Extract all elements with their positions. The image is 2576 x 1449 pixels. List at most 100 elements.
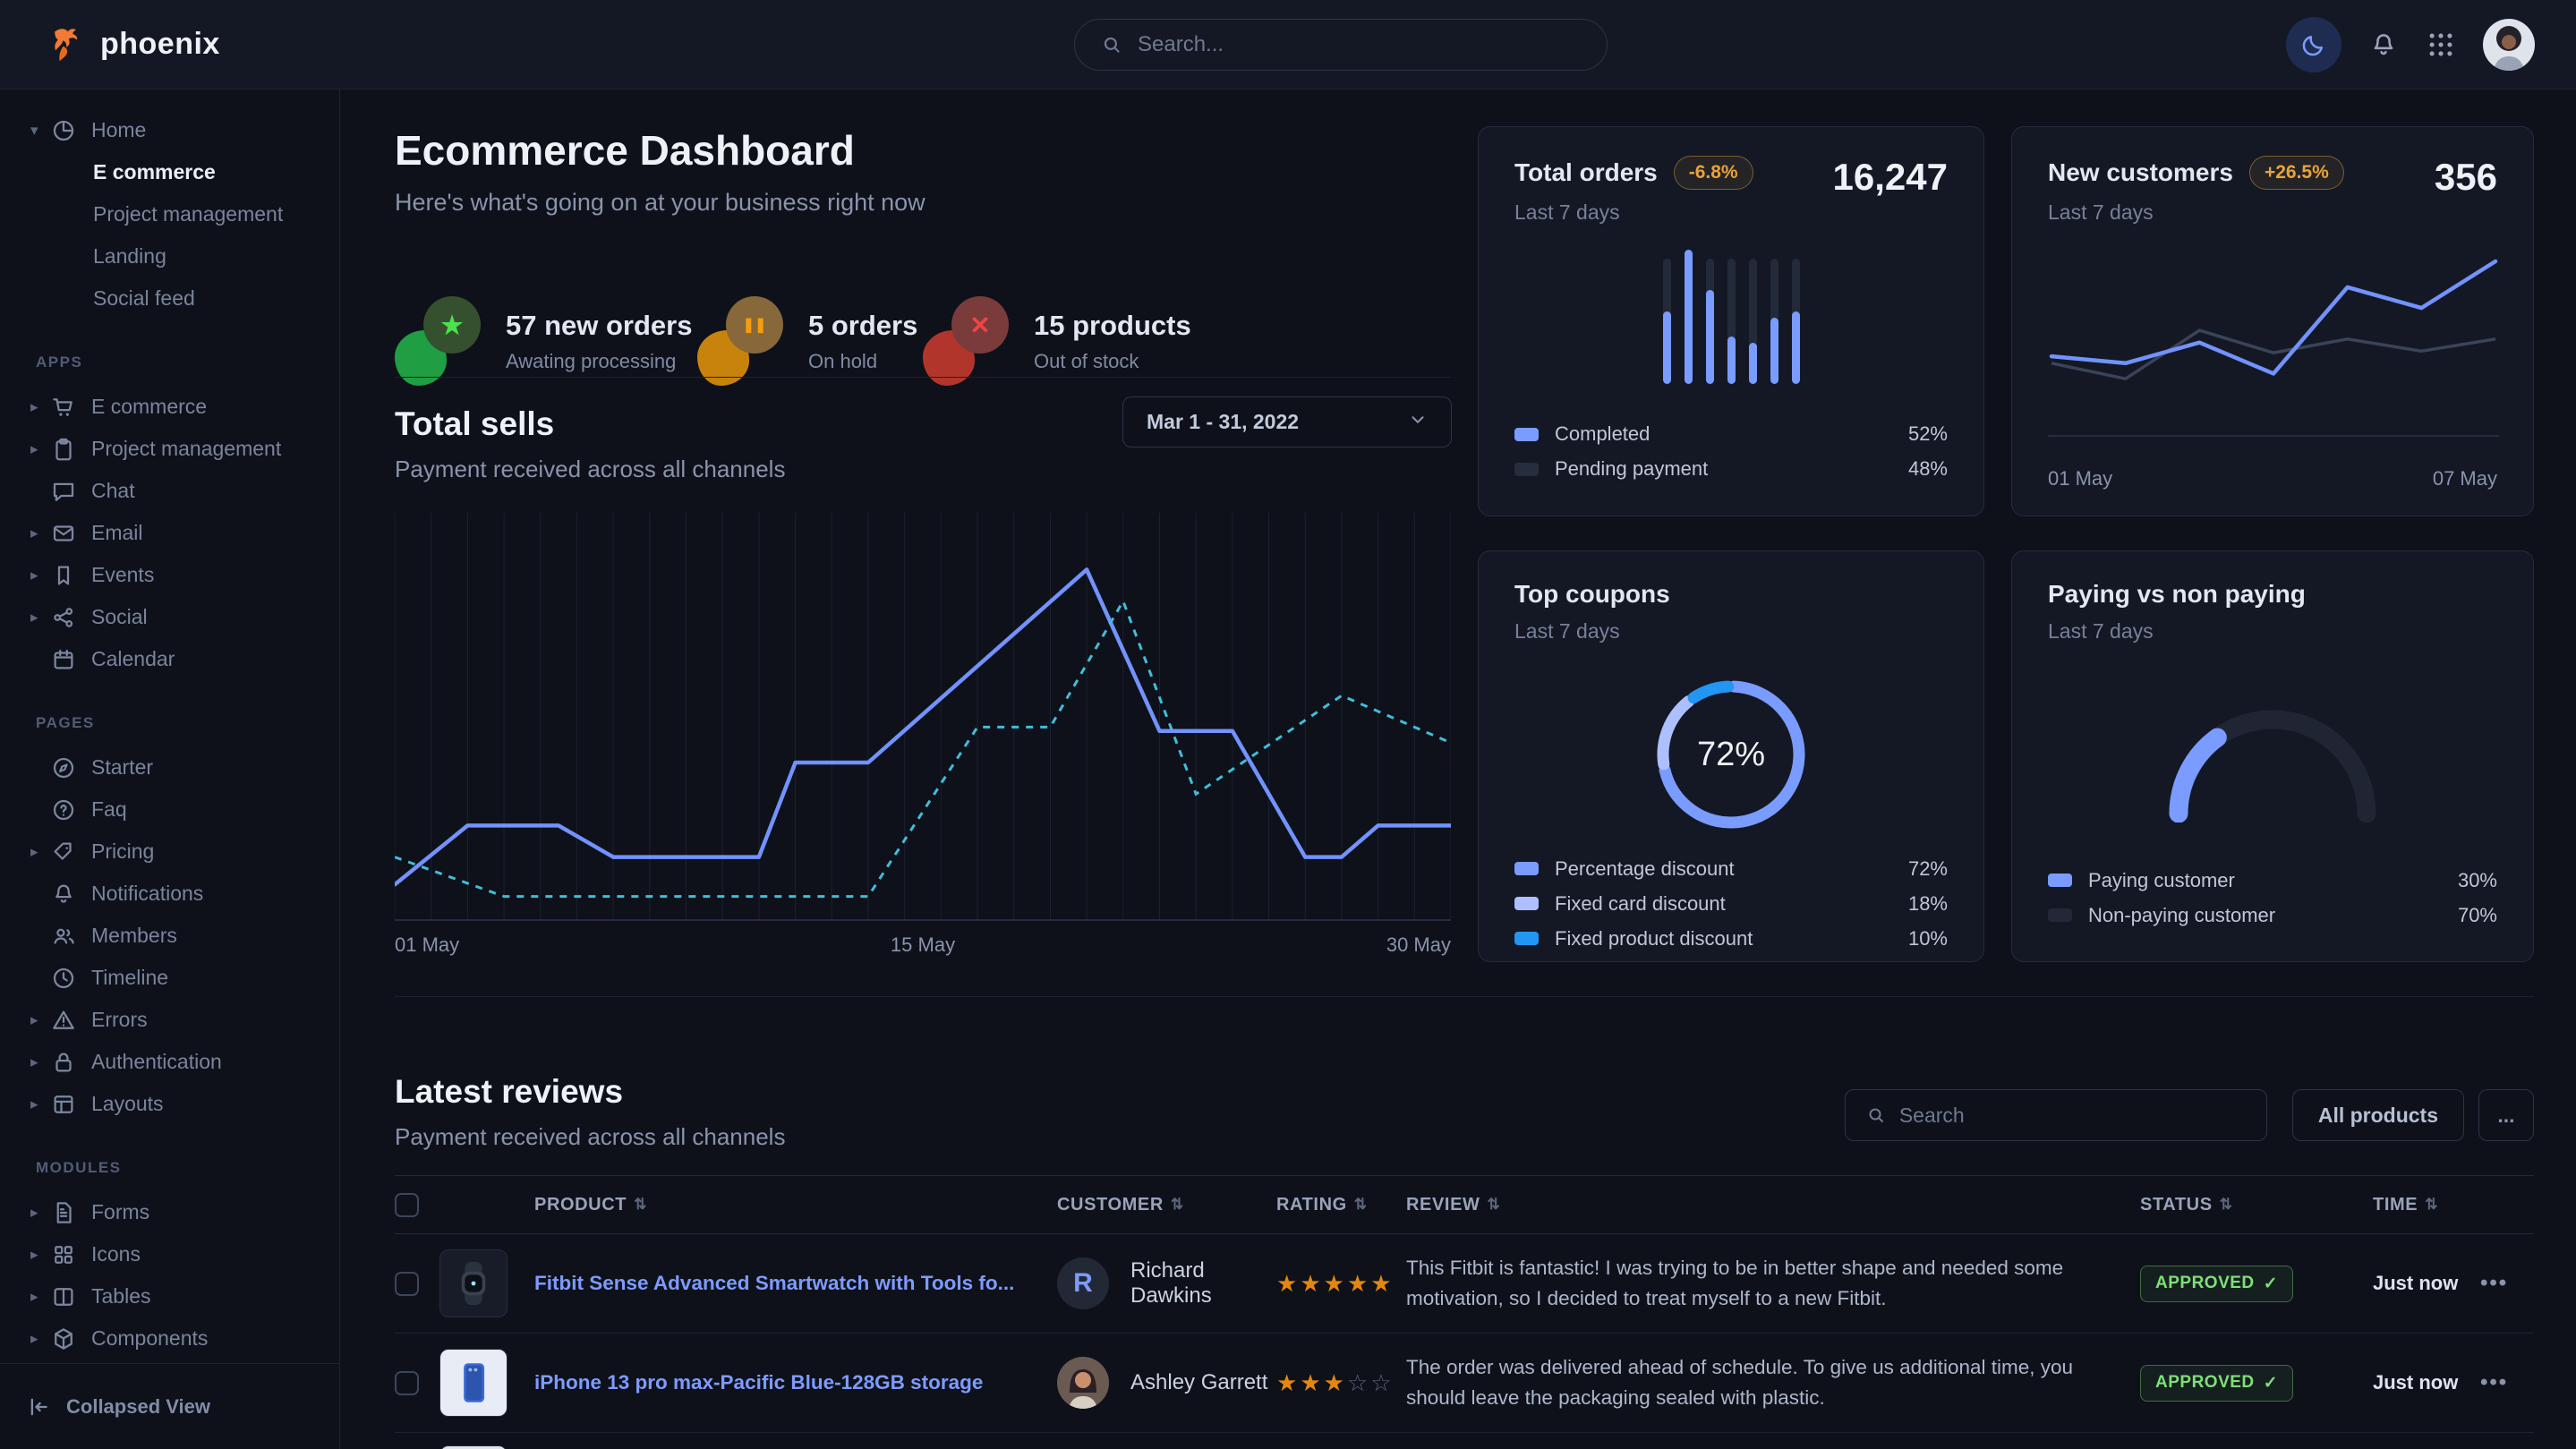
caret-right-icon: ▸: [30, 524, 50, 542]
column-header-rating[interactable]: RATING⇅: [1276, 1195, 1406, 1215]
product-link[interactable]: Fitbit Sense Advanced Smartwatch with To…: [511, 1270, 1057, 1297]
sidebar-item-chat[interactable]: Chat: [0, 470, 339, 512]
theme-toggle-moon-icon[interactable]: [2286, 17, 2341, 72]
sidebar-item-label: Events: [91, 563, 154, 587]
sidebar-item-members[interactable]: Members: [0, 915, 339, 957]
caret-right-icon: ▸: [30, 1095, 50, 1113]
legend-value: 30%: [2458, 869, 2497, 892]
sidebar-item-notifications[interactable]: Notifications: [0, 873, 339, 915]
legend-value: 70%: [2458, 904, 2497, 927]
column-header-time[interactable]: TIME⇅: [2364, 1195, 2480, 1215]
sidebar-subitem-landing[interactable]: Landing: [0, 235, 339, 277]
date-range-select[interactable]: Mar 1 - 31, 2022: [1122, 396, 1452, 447]
column-header-review[interactable]: REVIEW⇅: [1406, 1195, 2140, 1215]
legend-label: Fixed product discount: [1555, 927, 1753, 950]
collapsed-view-label: Collapsed View: [66, 1395, 210, 1419]
collapsed-view-toggle[interactable]: Collapsed View: [0, 1363, 339, 1449]
review-table-row-partial: [395, 1433, 2534, 1449]
sidebar-item-icons[interactable]: ▸ Icons: [0, 1233, 339, 1275]
sidebar-item-faq[interactable]: Faq: [0, 788, 339, 831]
notifications-bell-icon[interactable]: [2368, 30, 2399, 60]
layout-icon: [50, 1091, 77, 1118]
sidebar-item-forms[interactable]: ▸ Forms: [0, 1191, 339, 1233]
card-title: Total orders: [1514, 158, 1658, 187]
reviews-more-button[interactable]: ...: [2478, 1089, 2534, 1141]
user-avatar[interactable]: [2483, 19, 2535, 71]
reviews-search-input[interactable]: [1899, 1104, 2247, 1128]
sidebar-item-starter[interactable]: Starter: [0, 746, 339, 788]
column-header-status[interactable]: STATUS⇅: [2140, 1195, 2364, 1215]
order-bar: [1706, 259, 1714, 384]
envelope-icon: [50, 520, 77, 547]
legend-swatch: [2048, 908, 2072, 922]
row-checkbox[interactable]: [395, 1371, 419, 1395]
sidebar-item-e-commerce[interactable]: ▸ E commerce: [0, 386, 339, 428]
legend-value: 10%: [1908, 927, 1948, 950]
bell-icon: [50, 881, 77, 908]
sidebar-subitem-project-management[interactable]: Project management: [0, 193, 339, 235]
star-filled-icon: ★: [1347, 1270, 1370, 1297]
sidebar-item-home[interactable]: ▾ Home: [0, 109, 339, 151]
review-table-row: Fitbit Sense Advanced Smartwatch with To…: [395, 1234, 2534, 1334]
global-search[interactable]: [1074, 19, 1608, 71]
select-all-checkbox[interactable]: [395, 1193, 419, 1217]
legend-label: Percentage discount: [1555, 857, 1735, 881]
sidebar-item-calendar[interactable]: Calendar: [0, 638, 339, 680]
review-time: Just now: [2364, 1371, 2480, 1394]
sidebar-item-tables[interactable]: ▸ Tables: [0, 1275, 339, 1317]
rating-stars: ★★★★★: [1276, 1270, 1406, 1298]
top-coupons-card: Top coupons Last 7 days 72% Percentage d…: [1478, 550, 1984, 962]
legend-value: 52%: [1908, 422, 1948, 446]
row-checkbox[interactable]: [395, 1272, 419, 1296]
legend-value: 72%: [1908, 857, 1948, 881]
stat-value: 15 products: [1034, 310, 1191, 342]
sidebar-item-project-management[interactable]: ▸ Project management: [0, 428, 339, 470]
stat-red: ✕ 15 products Out of stock: [923, 296, 1191, 386]
x-label: 15 May: [891, 933, 955, 957]
x-label: 01 May: [395, 933, 459, 957]
stat-sublabel: Awating processing: [506, 350, 692, 373]
x-label: 30 May: [1386, 933, 1451, 957]
sidebar-item-timeline[interactable]: Timeline: [0, 957, 339, 999]
row-menu-button[interactable]: •••: [2480, 1271, 2534, 1296]
legend-item: Completed 52%: [1514, 417, 1948, 452]
sidebar-item-social[interactable]: ▸ Social: [0, 596, 339, 638]
sidebar-subitem-social-feed[interactable]: Social feed: [0, 277, 339, 320]
sidebar-item-authentication[interactable]: ▸ Authentication: [0, 1041, 339, 1083]
sidebar-item-label: Home: [91, 118, 146, 142]
apps-grid-icon[interactable]: [2426, 30, 2456, 60]
card-title: New customers: [2048, 158, 2233, 187]
reviews-search[interactable]: [1845, 1089, 2267, 1141]
product-thumbnail-phone: [439, 1349, 508, 1417]
caret-right-icon: ▸: [30, 1204, 50, 1222]
caret-right-icon: ▸: [30, 1246, 50, 1264]
caret-right-icon: ▸: [30, 609, 50, 626]
column-header-product[interactable]: PRODUCT⇅: [511, 1195, 1057, 1215]
legend-value: 18%: [1908, 892, 1948, 916]
row-menu-button[interactable]: •••: [2480, 1370, 2534, 1395]
legend-swatch: [1514, 897, 1539, 910]
sidebar-item-label: Social: [91, 605, 148, 629]
sidebar-item-pricing[interactable]: ▸ Pricing: [0, 831, 339, 873]
sidebar-item-email[interactable]: ▸ Email: [0, 512, 339, 554]
sidebar-item-layouts[interactable]: ▸ Layouts: [0, 1083, 339, 1125]
caret-right-icon: ▸: [30, 1288, 50, 1306]
review-text: This Fitbit is fantastic! I was trying t…: [1406, 1253, 2140, 1314]
status-badge: APPROVED✓: [2140, 1266, 2293, 1302]
sidebar-subitem-e-commerce[interactable]: E commerce: [0, 151, 339, 193]
all-products-button[interactable]: All products: [2292, 1089, 2464, 1141]
sidebar-item-events[interactable]: ▸ Events: [0, 554, 339, 596]
column-header-customer[interactable]: CUSTOMER⇅: [1057, 1195, 1276, 1215]
sidebar-item-components[interactable]: ▸ Components: [0, 1317, 339, 1360]
sidebar-item-label: Icons: [91, 1242, 141, 1266]
review-table-row: iPhone 13 pro max-Pacific Blue-128GB sto…: [395, 1334, 2534, 1433]
lock-icon: [50, 1049, 77, 1076]
trend-badge: -6.8%: [1674, 156, 1753, 190]
sidebar-item-errors[interactable]: ▸ Errors: [0, 999, 339, 1041]
stats-row: ★ 57 new orders Awating processing ❚❚ 5 …: [395, 296, 1451, 395]
sidebar-item-label: Email: [91, 521, 143, 545]
search-input[interactable]: [1138, 32, 1582, 57]
brand[interactable]: phoenix: [47, 25, 220, 64]
card-title: Paying vs non paying: [2048, 580, 2497, 609]
product-link[interactable]: iPhone 13 pro max-Pacific Blue-128GB sto…: [511, 1369, 1057, 1396]
